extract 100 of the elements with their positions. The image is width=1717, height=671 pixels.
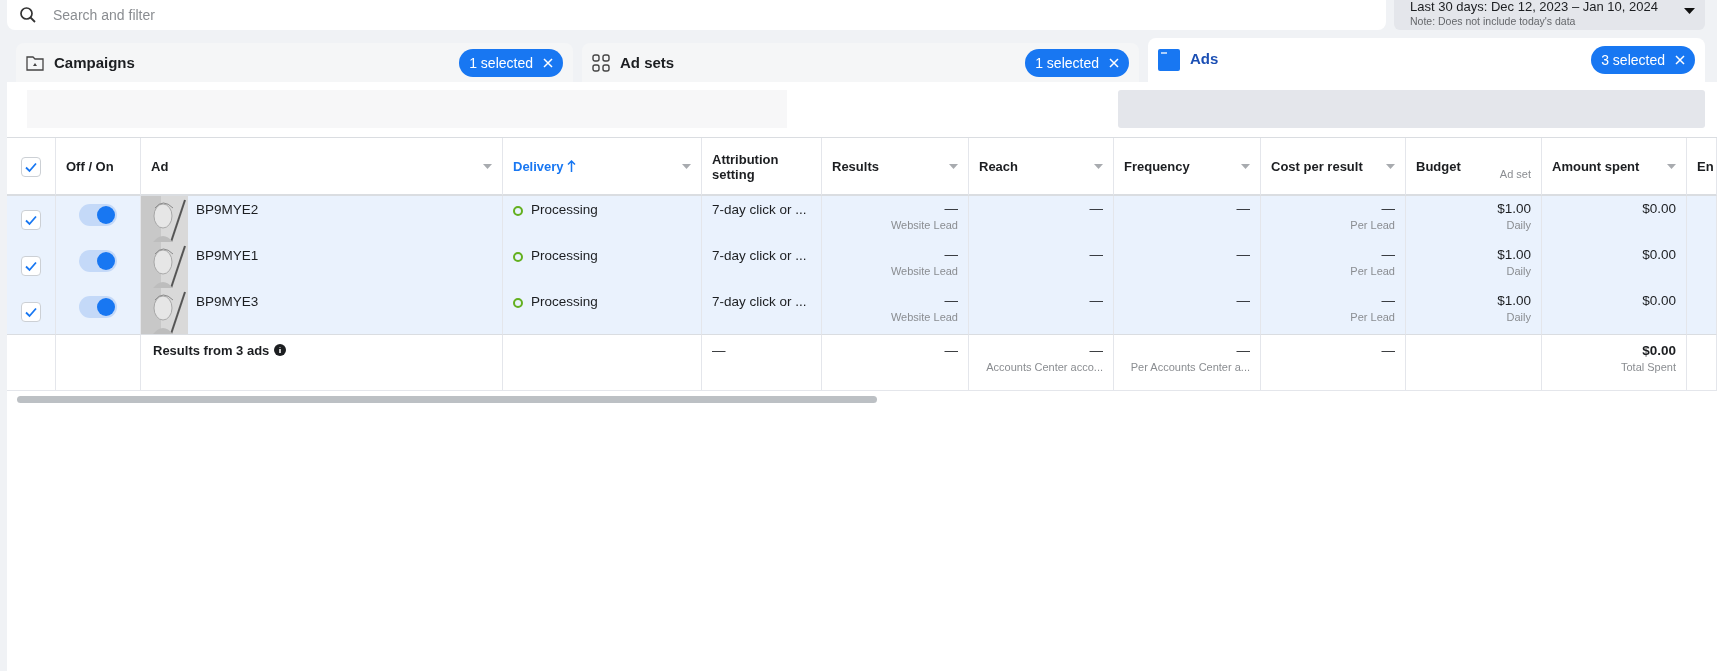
arrow-up-icon — [566, 160, 576, 172]
toggle-switch[interactable] — [79, 204, 117, 226]
cell-value: — — [1236, 201, 1250, 216]
date-range-button[interactable]: Last 30 days: Dec 12, 2023 – Jan 10, 2024 Note: Does not include today's data — [1394, 0, 1705, 30]
selection-chip[interactable]: 3 selected — [1591, 46, 1695, 74]
search-field[interactable]: Search and filter — [51, 6, 1374, 24]
tab[interactable]: Ad sets 1 selected — [582, 43, 1139, 82]
cell-value: — — [1089, 343, 1103, 358]
cell-value: — — [1236, 343, 1250, 358]
status-dot — [513, 206, 523, 216]
cell-value: $1.00 — [1497, 293, 1531, 308]
cell-value: 7-day click or ... — [712, 294, 808, 309]
cell-value: — — [1236, 293, 1250, 308]
checkbox[interactable] — [21, 302, 41, 322]
chip-label: 1 selected — [1035, 54, 1099, 71]
date-note: Note: Does not include today's data — [1410, 15, 1577, 27]
ad-name[interactable]: BP9MYE3 — [196, 294, 259, 334]
caret-icon[interactable] — [1241, 164, 1250, 170]
window-icon — [1158, 49, 1180, 71]
search-bar[interactable]: Search and filter — [7, 0, 1386, 30]
column-label: En — [1697, 159, 1714, 174]
cell-value: — — [1381, 201, 1395, 216]
folder-icon — [26, 54, 44, 71]
cell-note: Accounts Center acco... — [986, 361, 1103, 373]
caret-icon[interactable] — [483, 164, 492, 170]
cell-value: — — [1089, 201, 1103, 216]
ad-name[interactable]: BP9MYE1 — [196, 248, 259, 288]
cell-value: $0.00 — [1642, 343, 1676, 358]
cell-value: $1.00 — [1497, 247, 1531, 262]
caret-icon[interactable] — [1386, 164, 1395, 170]
cell-note: Website Lead — [890, 219, 958, 231]
cell-note: Per Lead — [1350, 265, 1395, 277]
caret-icon[interactable] — [949, 164, 958, 170]
status-dot — [513, 252, 523, 262]
close-icon[interactable] — [1675, 55, 1685, 65]
cell-note: Per Lead — [1350, 311, 1395, 323]
search-icon — [19, 6, 37, 24]
selection-chip[interactable]: 1 selected — [459, 48, 563, 77]
cell-value: — — [944, 293, 958, 308]
column-label: Frequency — [1124, 159, 1190, 174]
tab[interactable]: Ads 3 selected — [1148, 38, 1705, 82]
tab-label: Campaigns — [54, 54, 136, 71]
column-label: Cost per result — [1271, 159, 1363, 174]
column-sublabel: Ad set — [1499, 168, 1531, 180]
caret-icon[interactable] — [1094, 164, 1103, 170]
column-label: Ad — [151, 159, 169, 174]
column-label: Off / On — [66, 159, 114, 174]
cell-note: Per Accounts Center a... — [1130, 361, 1250, 373]
column-label: Budget — [1416, 159, 1461, 174]
cell-note: Per Lead — [1350, 219, 1395, 231]
grid-icon — [592, 53, 610, 72]
summary-label: Results from 3 ads — [153, 343, 270, 358]
cell-value: $1.00 — [1497, 201, 1531, 216]
cell-note: Daily — [1506, 311, 1531, 323]
cell-value: — — [944, 201, 958, 216]
tab-label: Ad sets — [620, 54, 676, 71]
close-icon[interactable] — [543, 57, 553, 68]
toggle-switch[interactable] — [79, 250, 117, 272]
column-label: Amount spent — [1552, 159, 1640, 174]
column-label: Reach — [979, 159, 1019, 174]
cell-value: — — [712, 343, 727, 358]
cell-value: — — [1236, 247, 1250, 262]
chip-label: 1 selected — [469, 54, 533, 71]
cell-value: $0.00 — [1642, 293, 1676, 308]
cell-value: — — [1381, 293, 1395, 308]
tab[interactable]: Campaigns 1 selected — [16, 43, 573, 82]
column-label: Results — [832, 159, 879, 174]
cell-value: 7-day click or ... — [712, 202, 808, 217]
date-range-label: Last 30 days: Dec 12, 2023 – Jan 10, 2024 — [1410, 0, 1659, 13]
checkmark-icon — [24, 213, 38, 227]
cell-note: Website Lead — [890, 311, 958, 323]
caret-icon[interactable] — [682, 164, 691, 170]
info-icon[interactable] — [274, 344, 287, 356]
checkbox[interactable] — [21, 157, 41, 177]
cell-value: $0.00 — [1642, 247, 1676, 262]
cell-note: Daily — [1506, 219, 1531, 231]
cell-note: Website Lead — [890, 265, 958, 277]
cell-note: Total Spent — [1620, 361, 1676, 373]
toggle-switch[interactable] — [79, 296, 117, 318]
cell-value: $0.00 — [1642, 201, 1676, 216]
selection-chip[interactable]: 1 selected — [1025, 48, 1129, 77]
checkbox[interactable] — [21, 256, 41, 276]
caret-icon — [1684, 8, 1695, 15]
close-icon[interactable] — [1109, 57, 1119, 68]
cell-value: 7-day click or ... — [712, 248, 808, 263]
scrollbar[interactable] — [17, 396, 877, 403]
caret-icon[interactable] — [1667, 164, 1676, 170]
cell-value: — — [1089, 247, 1103, 262]
chip-label: 3 selected — [1601, 52, 1665, 68]
checkmark-icon — [24, 305, 38, 319]
status-text: Processing — [531, 248, 598, 263]
ad-name[interactable]: BP9MYE2 — [196, 202, 259, 242]
cell-value: — — [1381, 343, 1395, 358]
checkbox[interactable] — [21, 210, 41, 230]
cell-value: — — [1089, 293, 1103, 308]
column-label: Delivery — [513, 159, 564, 174]
status-text: Processing — [531, 294, 598, 309]
checkmark-icon — [24, 259, 38, 273]
status-text: Processing — [531, 202, 598, 217]
checkmark-icon — [24, 160, 38, 174]
